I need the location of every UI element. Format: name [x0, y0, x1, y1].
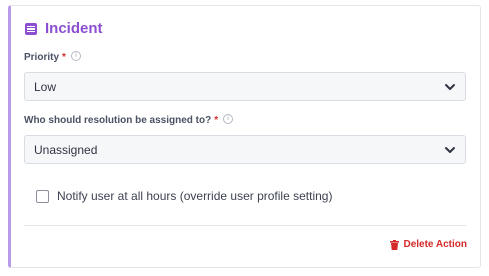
trash-icon	[390, 239, 400, 250]
notify-checkbox-label: Notify user at all hours (override user …	[57, 189, 333, 203]
info-icon[interactable]: i	[70, 50, 81, 61]
priority-select-value: Low	[34, 79, 57, 94]
priority-label: Priority * i	[24, 50, 81, 63]
section-title: Incident	[25, 20, 103, 37]
info-icon[interactable]: i	[223, 113, 234, 124]
delete-action-label: Delete Action	[403, 239, 467, 250]
priority-label-text: Priority	[24, 52, 60, 63]
incident-action-card: Incident Priority * i Low Who should res…	[8, 5, 481, 268]
assignee-select-value: Unassigned	[34, 142, 98, 157]
notify-checkbox[interactable]	[36, 189, 49, 203]
list-icon	[25, 22, 37, 35]
priority-select[interactable]: Low	[24, 72, 466, 101]
section-title-text: Incident	[45, 20, 103, 37]
assignee-select[interactable]: Unassigned	[24, 135, 466, 164]
required-asterisk: *	[62, 52, 66, 63]
assignee-label: Who should resolution be assigned to? * …	[24, 113, 234, 126]
notify-checkbox-row[interactable]: Notify user at all hours (override user …	[36, 189, 332, 203]
assignee-label-text: Who should resolution be assigned to?	[24, 115, 212, 126]
divider	[24, 225, 466, 226]
required-asterisk: *	[214, 115, 219, 126]
chevron-down-icon	[445, 84, 455, 90]
delete-action-button[interactable]: Delete Action	[390, 239, 467, 250]
chevron-down-icon	[445, 147, 455, 153]
